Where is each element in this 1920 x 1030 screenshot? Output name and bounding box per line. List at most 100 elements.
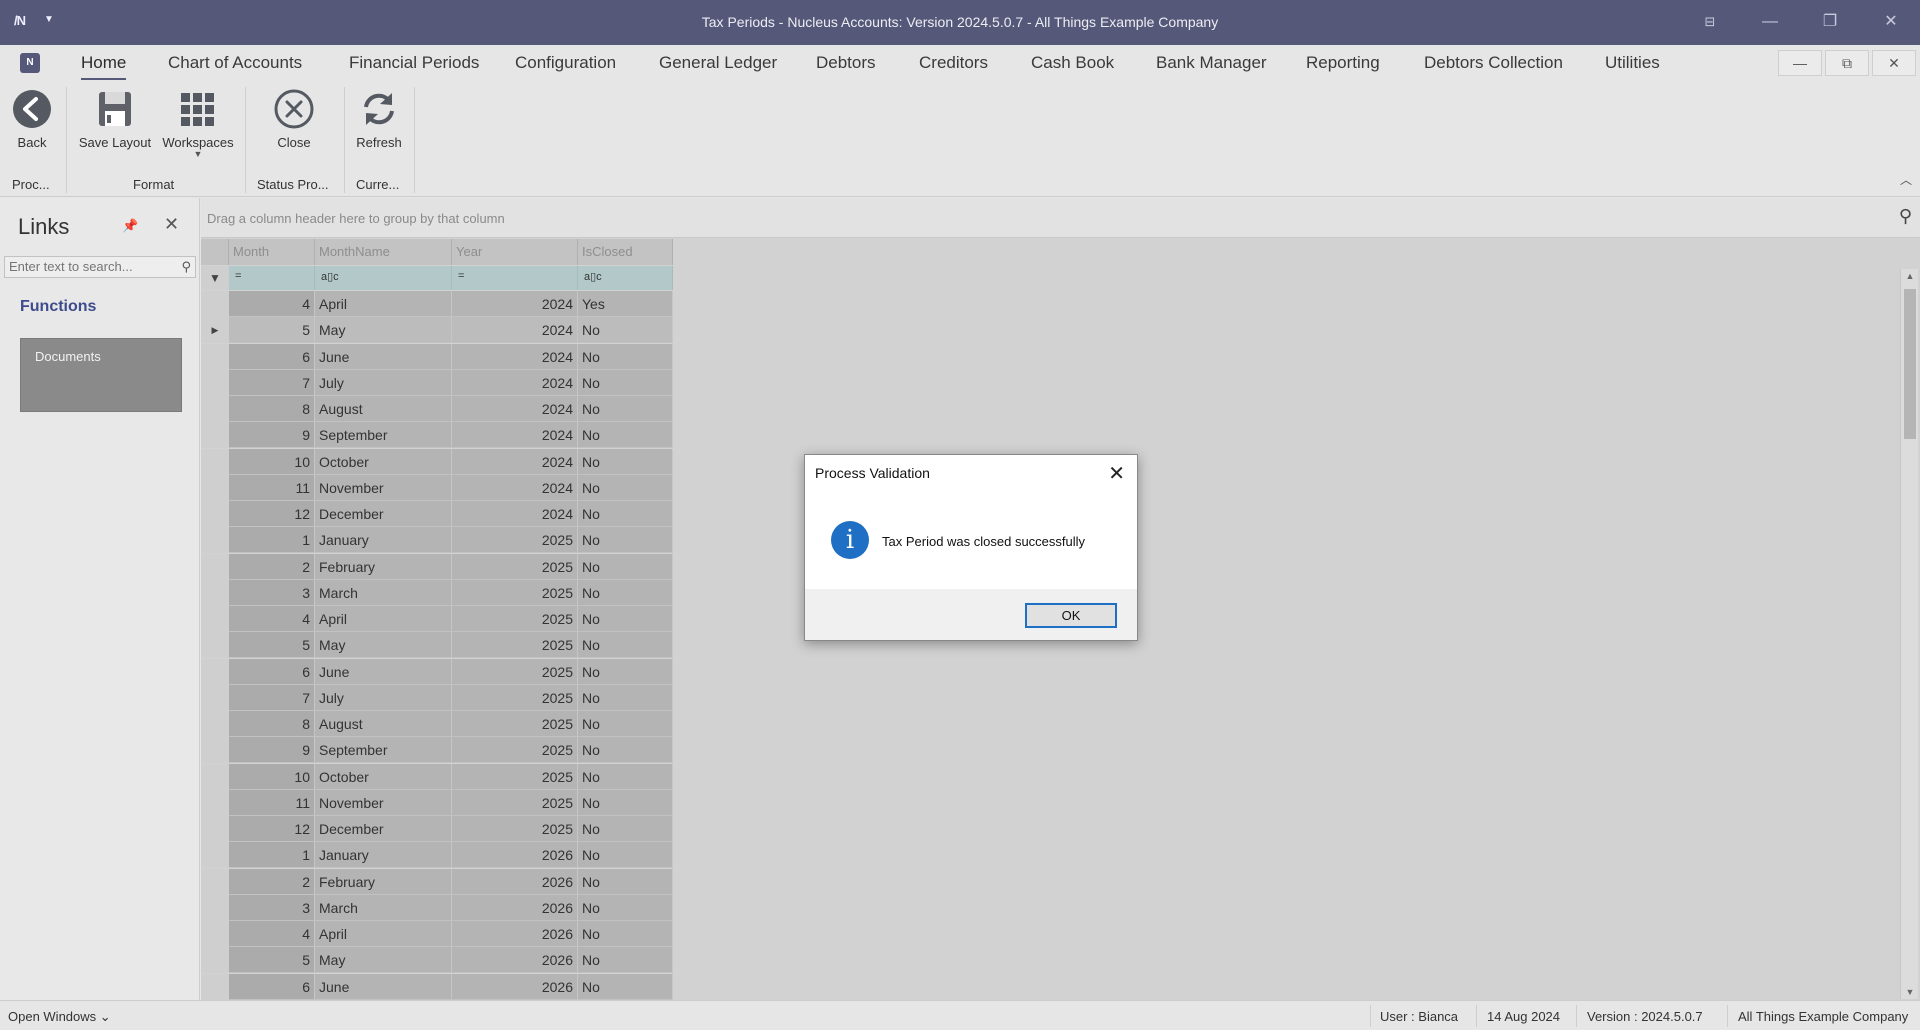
cell-year[interactable]: 2024: [452, 475, 578, 501]
cell-isclosed[interactable]: Yes: [578, 291, 673, 317]
row-indicator[interactable]: [201, 527, 229, 553]
cell-month[interactable]: 10: [229, 449, 315, 475]
row-indicator[interactable]: [201, 606, 229, 632]
cell-month[interactable]: 7: [229, 370, 315, 396]
cell-isclosed[interactable]: No: [578, 869, 673, 895]
functions-heading[interactable]: Functions: [20, 298, 96, 316]
app-menu-icon[interactable]: N: [20, 53, 40, 73]
row-indicator[interactable]: [201, 974, 229, 1000]
row-indicator[interactable]: [201, 422, 229, 448]
mdi-close-button[interactable]: ✕: [1872, 50, 1916, 76]
cell-year[interactable]: 2025: [452, 711, 578, 737]
cell-year[interactable]: 2024: [452, 344, 578, 370]
cell-isclosed[interactable]: No: [578, 921, 673, 947]
tab-home[interactable]: Home: [81, 53, 127, 80]
cell-monthname[interactable]: September: [315, 422, 452, 448]
search-icon[interactable]: ⚲: [1899, 206, 1912, 227]
cell-month[interactable]: 7: [229, 685, 315, 711]
cell-isclosed[interactable]: No: [578, 554, 673, 580]
row-indicator[interactable]: [201, 947, 229, 973]
cell-year[interactable]: 2025: [452, 632, 578, 658]
cell-isclosed[interactable]: No: [578, 816, 673, 842]
cell-isclosed[interactable]: No: [578, 895, 673, 921]
row-indicator[interactable]: [201, 842, 229, 868]
cell-isclosed[interactable]: No: [578, 632, 673, 658]
cell-year[interactable]: 2025: [452, 659, 578, 685]
tab-reporting[interactable]: Reporting: [1306, 53, 1380, 73]
window-close-button[interactable]: ✕: [1878, 10, 1904, 34]
cell-year[interactable]: 2026: [452, 947, 578, 973]
cell-year[interactable]: 2026: [452, 869, 578, 895]
workspaces-button[interactable]: Workspaces ▼: [160, 87, 236, 159]
cell-year[interactable]: 2025: [452, 685, 578, 711]
cell-isclosed[interactable]: No: [578, 711, 673, 737]
cell-monthname[interactable]: February: [315, 554, 452, 580]
cell-year[interactable]: 2025: [452, 737, 578, 763]
tab-cash-book[interactable]: Cash Book: [1031, 53, 1114, 73]
row-indicator[interactable]: [201, 921, 229, 947]
filter-cell-month[interactable]: =: [229, 266, 315, 290]
cell-year[interactable]: 2026: [452, 895, 578, 921]
cell-month[interactable]: 4: [229, 291, 315, 317]
ribbon-collapse-icon[interactable]: ︿: [1900, 171, 1912, 188]
row-indicator[interactable]: [201, 501, 229, 527]
cell-isclosed[interactable]: No: [578, 737, 673, 763]
close-button[interactable]: Close: [270, 87, 318, 150]
cell-year[interactable]: 2024: [452, 501, 578, 527]
ok-button[interactable]: OK: [1025, 603, 1117, 628]
row-indicator[interactable]: ▶: [201, 317, 229, 343]
dialog-close-button[interactable]: ✕: [1108, 461, 1125, 486]
filter-cell-isclosed[interactable]: a▯c: [578, 266, 673, 290]
cell-isclosed[interactable]: No: [578, 475, 673, 501]
row-indicator[interactable]: [201, 396, 229, 422]
cell-monthname[interactable]: January: [315, 842, 452, 868]
cell-monthname[interactable]: June: [315, 344, 452, 370]
cell-month[interactable]: 6: [229, 344, 315, 370]
row-indicator[interactable]: [201, 764, 229, 790]
column-header-year[interactable]: Year: [452, 239, 578, 265]
row-indicator[interactable]: [201, 449, 229, 475]
cell-monthname[interactable]: July: [315, 685, 452, 711]
tab-financial-periods[interactable]: Financial Periods: [349, 53, 479, 73]
cell-isclosed[interactable]: No: [578, 685, 673, 711]
cell-isclosed[interactable]: No: [578, 422, 673, 448]
cell-isclosed[interactable]: No: [578, 764, 673, 790]
cell-year[interactable]: 2026: [452, 842, 578, 868]
tab-configuration[interactable]: Configuration: [515, 53, 616, 73]
cell-monthname[interactable]: August: [315, 711, 452, 737]
filter-cell-monthname[interactable]: a▯c: [315, 266, 452, 290]
cell-month[interactable]: 6: [229, 974, 315, 1000]
row-indicator[interactable]: [201, 869, 229, 895]
cell-month[interactable]: 6: [229, 659, 315, 685]
cell-month[interactable]: 8: [229, 711, 315, 737]
cell-month[interactable]: 5: [229, 632, 315, 658]
cell-month[interactable]: 4: [229, 921, 315, 947]
tab-general-ledger[interactable]: General Ledger: [659, 53, 777, 73]
cell-monthname[interactable]: February: [315, 869, 452, 895]
row-indicator[interactable]: [201, 370, 229, 396]
cell-monthname[interactable]: January: [315, 527, 452, 553]
cell-year[interactable]: 2025: [452, 554, 578, 580]
cell-month[interactable]: 9: [229, 422, 315, 448]
cell-isclosed[interactable]: No: [578, 790, 673, 816]
cell-isclosed[interactable]: No: [578, 527, 673, 553]
open-windows-dropdown[interactable]: Open Windows ⌄: [8, 1009, 111, 1025]
pin-icon[interactable]: 📌: [122, 218, 138, 234]
documents-tile[interactable]: Documents: [20, 338, 182, 412]
cell-isclosed[interactable]: No: [578, 396, 673, 422]
tab-debtors-collection[interactable]: Debtors Collection: [1424, 53, 1563, 73]
refresh-button[interactable]: Refresh: [352, 87, 406, 150]
cell-month[interactable]: 9: [229, 737, 315, 763]
group-panel[interactable]: Drag a column header here to group by th…: [201, 198, 1920, 238]
column-header-monthname[interactable]: MonthName: [315, 239, 452, 265]
cell-monthname[interactable]: March: [315, 895, 452, 921]
cell-year[interactable]: 2024: [452, 396, 578, 422]
save-layout-button[interactable]: Save Layout: [74, 87, 156, 150]
cell-monthname[interactable]: August: [315, 396, 452, 422]
cell-year[interactable]: 2024: [452, 370, 578, 396]
close-icon[interactable]: ✕: [164, 214, 179, 235]
cell-month[interactable]: 3: [229, 580, 315, 606]
tab-debtors[interactable]: Debtors: [816, 53, 876, 73]
row-indicator[interactable]: [201, 895, 229, 921]
row-indicator[interactable]: [201, 632, 229, 658]
